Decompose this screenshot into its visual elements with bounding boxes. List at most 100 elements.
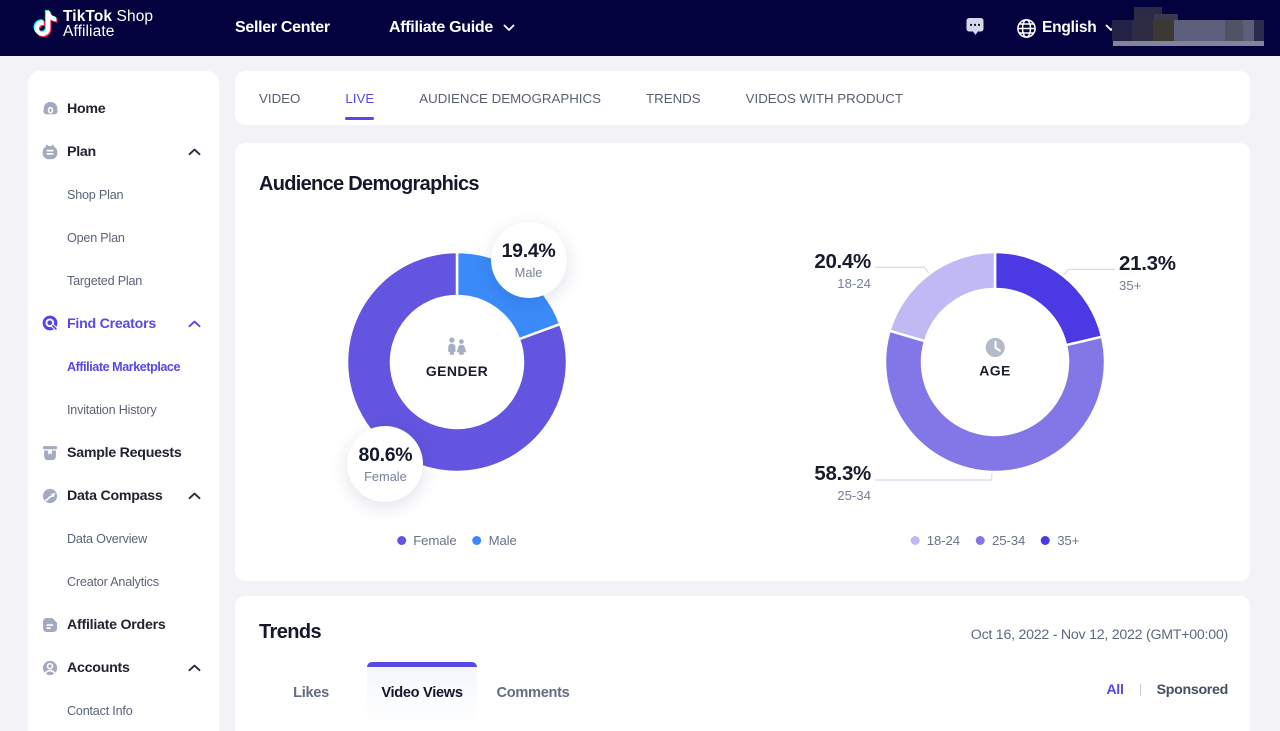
sidebar-item-label: Sample Requests [67, 445, 182, 461]
accounts-icon [41, 659, 59, 677]
chevron-up-icon[interactable] [188, 148, 202, 156]
sidebar-item-find-creators[interactable]: Find Creators [28, 302, 219, 345]
slice-35+[interactable] [995, 252, 1102, 345]
sidebar-item-invitation-history[interactable]: Invitation History [28, 388, 219, 431]
slice-female[interactable] [347, 252, 567, 472]
trends-tab-bar: LikesVideo ViewsComments [256, 662, 589, 731]
slice-label-25-34: 58.3%25-34 [814, 464, 871, 502]
badge-percent: 19.4% [502, 240, 556, 263]
legend-label: 18-24 [927, 533, 960, 548]
clock-icon [979, 338, 1011, 358]
audience-demographics-title: Audience Demographics [259, 173, 479, 196]
language-selector[interactable]: English [1016, 0, 1117, 56]
legend-label: 25-34 [992, 533, 1025, 548]
tab-videos-with-product[interactable]: VIDEOS WITH PRODUCT [746, 71, 903, 125]
sidebar-item-targeted-plan[interactable]: Targeted Plan [28, 259, 219, 302]
tiktok-shop-affiliate-logo[interactable]: TikTok Shop Affiliate [31, 8, 153, 39]
label-percent: 21.3% [1119, 254, 1176, 275]
globe-icon [1016, 18, 1037, 39]
sidebar-item-open-plan[interactable]: Open Plan [28, 216, 219, 259]
sidebar-item-label: Find Creators [67, 316, 156, 332]
sidebar-item-affiliate-orders[interactable]: Affiliate Orders [28, 603, 219, 646]
sidebar-item-affiliate-marketplace[interactable]: Affiliate Marketplace [28, 345, 219, 388]
legend-item-35+[interactable]: 35+ [1041, 533, 1079, 548]
chevron-up-icon[interactable] [188, 492, 202, 500]
sidebar-item-label: Shop Plan [67, 188, 123, 202]
sidebar-item-shop-plan[interactable]: Shop Plan [28, 173, 219, 216]
trends-tab-comments[interactable]: Comments [478, 662, 588, 731]
logo-wordmark: TikTok Shop Affiliate [63, 9, 153, 39]
sidebar-item-label: Plan [67, 144, 96, 160]
trends-title: Trends [259, 621, 321, 644]
tab-trends[interactable]: TRENDS [646, 71, 701, 125]
sidebar-item-label: Home [67, 101, 105, 117]
label-line [875, 267, 929, 273]
chat-icon[interactable] [966, 17, 984, 36]
label-percent: 58.3% [814, 464, 871, 485]
sidebar: Home Plan Shop Plan Open Plan Targeted Plan F… [28, 71, 219, 731]
legend-dot [1041, 536, 1050, 545]
user-profile-redacted[interactable] [1112, 7, 1264, 46]
legend-item-female[interactable]: Female [397, 533, 456, 548]
sidebar-item-label: Open Plan [67, 231, 125, 245]
audience-demographics-card: Audience Demographics GENDER19.4%Male80.… [235, 143, 1250, 581]
sidebar-item-label: Accounts [67, 660, 130, 676]
sidebar-item-creator-analytics[interactable]: Creator Analytics [28, 560, 219, 603]
tab-audience-demographics[interactable]: AUDIENCE DEMOGRAPHICS [419, 71, 601, 125]
sidebar-item-label: Invitation History [67, 403, 157, 417]
sidebar-item-label: Affiliate Marketplace [67, 360, 180, 374]
trends-filter-all[interactable]: All [1106, 682, 1123, 698]
sidebar-item-contact-info[interactable]: Contact Info [28, 689, 219, 731]
trends-tab-video-views[interactable]: Video Views [367, 662, 477, 731]
sample-requests-icon [41, 444, 59, 462]
sidebar-item-home[interactable]: Home [28, 87, 219, 130]
sidebar-item-label: Data Compass [67, 488, 163, 504]
legend-dot [976, 536, 985, 545]
analytics-tab-bar: VIDEO LIVE AUDIENCE DEMOGRAPHICS TRENDS VIDE… [235, 71, 1250, 125]
sidebar-item-sample-requests[interactable]: Sample Requests [28, 431, 219, 474]
nav-seller-center[interactable]: Seller Center [235, 0, 330, 56]
chevron-up-icon[interactable] [188, 320, 202, 328]
trends-filter-sponsored[interactable]: Sponsored [1157, 682, 1228, 698]
affiliate-orders-icon [41, 616, 59, 634]
gender-legend: Female Male [389, 533, 525, 548]
sidebar-item-label: Contact Info [67, 704, 133, 718]
age-donut-center: AGE [979, 338, 1011, 379]
sidebar-item-label: Data Overview [67, 532, 147, 546]
chevron-down-icon [503, 24, 515, 32]
legend-dot [473, 536, 482, 545]
label-percent: 20.4% [814, 252, 871, 273]
legend-label: 35+ [1057, 533, 1079, 548]
legend-label: Female [413, 533, 456, 548]
label-category: 35+ [1119, 279, 1176, 292]
gender-donut-center: GENDER [426, 337, 488, 379]
legend-item-18-24[interactable]: 18-24 [911, 533, 960, 548]
tab-live[interactable]: LIVE [345, 71, 374, 125]
trends-filters: All Sponsored [1106, 682, 1228, 698]
tab-video[interactable]: VIDEO [259, 71, 300, 125]
legend-dot [397, 536, 406, 545]
sidebar-item-plan[interactable]: Plan [28, 130, 219, 173]
slice-18-24[interactable] [890, 252, 995, 341]
filter-divider [1140, 684, 1141, 696]
donut-center-label: GENDER [426, 363, 488, 379]
slice-male[interactable] [457, 252, 560, 339]
plan-icon [41, 143, 59, 161]
sidebar-item-label: Targeted Plan [67, 274, 142, 288]
legend-item-25-34[interactable]: 25-34 [976, 533, 1025, 548]
sidebar-item-accounts[interactable]: Accounts [28, 646, 219, 689]
legend-item-male[interactable]: Male [473, 533, 517, 548]
label-category: 18-24 [814, 277, 871, 290]
chevron-up-icon[interactable] [188, 664, 202, 672]
slice-25-34[interactable] [885, 331, 1105, 472]
trends-tab-likes[interactable]: Likes [256, 662, 366, 731]
legend-dot [911, 536, 920, 545]
nav-affiliate-guide[interactable]: Affiliate Guide [389, 0, 515, 56]
tiktok-note-icon [31, 8, 60, 39]
label-line [1063, 269, 1115, 275]
main-content: VIDEO LIVE AUDIENCE DEMOGRAPHICS TRENDS VIDE… [235, 71, 1250, 731]
age-legend: 18-24 25-34 35+ [903, 533, 1088, 548]
data-compass-icon [41, 487, 59, 505]
sidebar-item-data-compass[interactable]: Data Compass [28, 474, 219, 517]
sidebar-item-data-overview[interactable]: Data Overview [28, 517, 219, 560]
